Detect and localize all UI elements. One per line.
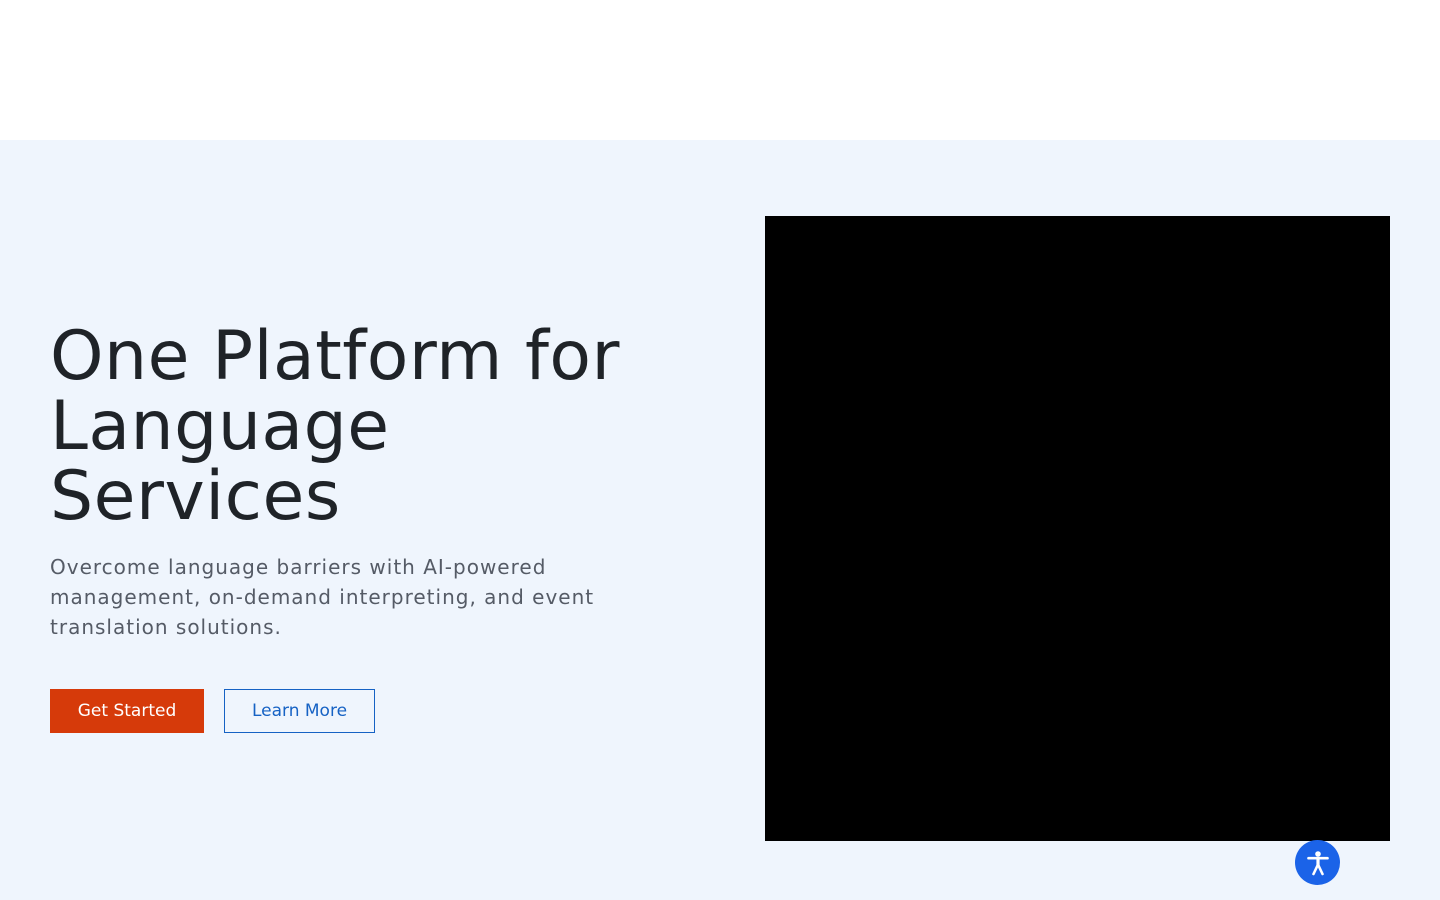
site-header <box>0 0 1440 140</box>
get-started-button[interactable]: Get Started <box>50 689 204 733</box>
hero-subtitle: Overcome language barriers with AI-power… <box>50 555 595 639</box>
hero-video[interactable] <box>765 216 1390 841</box>
accessibility-button[interactable] <box>1295 840 1340 885</box>
hero-title: One Platform for Language Services <box>50 317 620 536</box>
learn-more-button[interactable]: Learn More <box>224 689 375 733</box>
hero-section: One Platform for Language Services Overc… <box>0 140 1440 900</box>
accessibility-person-icon <box>1306 850 1329 875</box>
